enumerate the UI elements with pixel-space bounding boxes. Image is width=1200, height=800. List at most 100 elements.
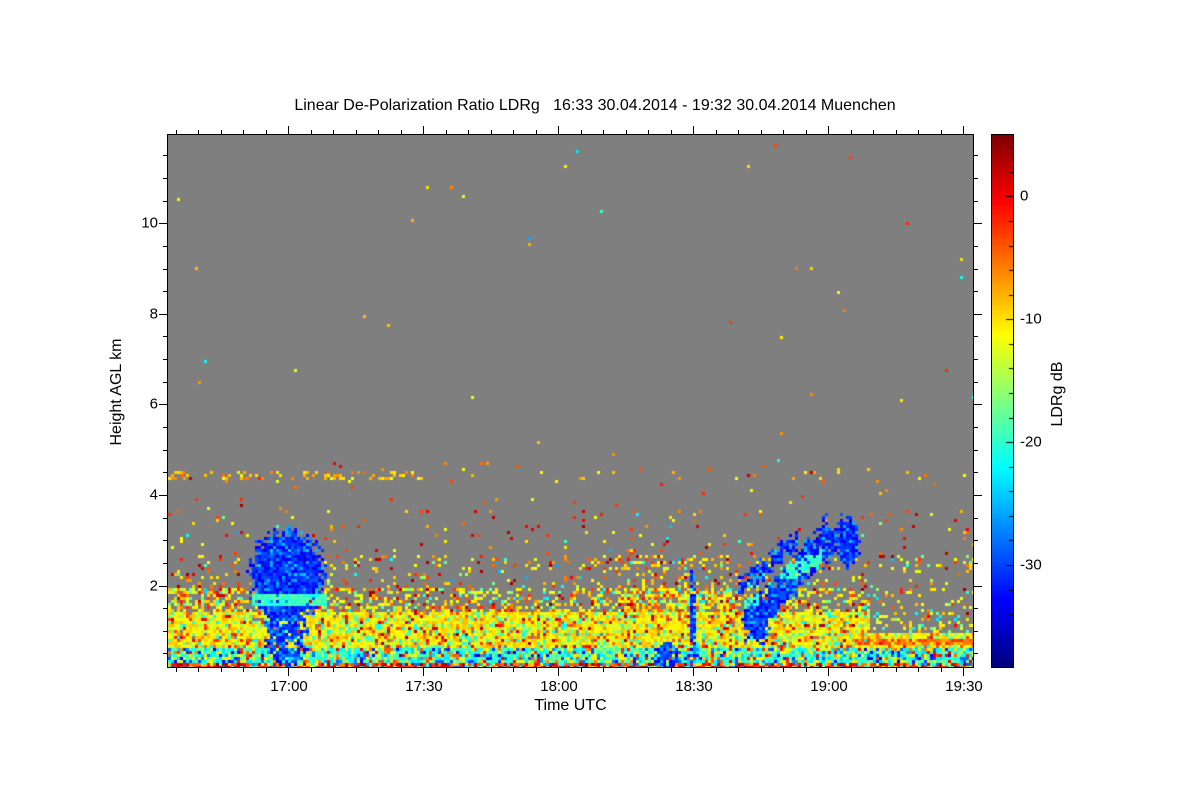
x-minor-tick-top xyxy=(491,130,492,134)
colorbar-tick-label: -30 xyxy=(1020,556,1042,574)
y-minor-tick xyxy=(163,608,167,609)
x-minor-tick-top xyxy=(176,130,177,134)
x-major-tick xyxy=(423,668,424,676)
y-minor-tick-right xyxy=(974,472,978,473)
y-minor-tick-right xyxy=(974,155,978,156)
x-minor-tick xyxy=(806,668,807,672)
x-major-tick xyxy=(693,668,694,676)
x-minor-tick xyxy=(738,668,739,672)
x-minor-tick-top xyxy=(603,130,604,134)
y-minor-tick-right xyxy=(974,291,978,292)
x-major-tick xyxy=(288,668,289,676)
y-minor-tick xyxy=(163,563,167,564)
x-minor-tick xyxy=(896,668,897,672)
y-minor-tick xyxy=(163,631,167,632)
x-minor-tick xyxy=(266,668,267,672)
x-tick-label: 18:00 xyxy=(540,678,578,695)
y-minor-tick xyxy=(163,540,167,541)
colorbar-tick-label: 0 xyxy=(1020,187,1029,205)
y-minor-tick-right xyxy=(974,518,978,519)
y-minor-tick-right xyxy=(974,246,978,247)
x-major-tick-top xyxy=(963,126,964,134)
y-major-tick xyxy=(159,404,167,405)
y-major-tick xyxy=(159,223,167,224)
y-minor-tick xyxy=(163,178,167,179)
ldr-time-height-figure: Linear De-Polarization Ratio LDRg 16:33 … xyxy=(0,0,1200,800)
x-tick-label: 19:00 xyxy=(810,678,848,695)
x-minor-tick-top xyxy=(851,130,852,134)
x-minor-tick-top xyxy=(221,130,222,134)
x-minor-tick-top xyxy=(716,130,717,134)
y-major-tick-right xyxy=(974,586,982,587)
y-minor-tick xyxy=(163,269,167,270)
y-minor-tick-right xyxy=(974,631,978,632)
y-minor-tick xyxy=(163,427,167,428)
x-minor-tick-top xyxy=(513,130,514,134)
x-major-tick-top xyxy=(423,126,424,134)
y-minor-tick-right xyxy=(974,427,978,428)
x-minor-tick-top xyxy=(896,130,897,134)
x-minor-tick-top xyxy=(356,130,357,134)
y-major-tick xyxy=(159,586,167,587)
x-minor-tick xyxy=(648,668,649,672)
x-minor-tick-top xyxy=(266,130,267,134)
x-minor-tick xyxy=(333,668,334,672)
y-axis-label: Height AGL km xyxy=(108,338,125,446)
y-minor-tick-right xyxy=(974,653,978,654)
y-minor-tick xyxy=(163,518,167,519)
x-minor-tick xyxy=(581,668,582,672)
y-tick-label: 4 xyxy=(149,486,158,504)
y-major-tick-right xyxy=(974,495,982,496)
y-minor-tick-right xyxy=(974,608,978,609)
x-minor-tick-top xyxy=(468,130,469,134)
y-minor-tick-right xyxy=(974,359,978,360)
x-major-tick-top xyxy=(558,126,559,134)
x-minor-tick xyxy=(198,668,199,672)
y-minor-tick xyxy=(163,155,167,156)
x-minor-tick xyxy=(356,668,357,672)
x-minor-tick xyxy=(716,668,717,672)
y-minor-tick xyxy=(163,291,167,292)
y-major-tick xyxy=(159,495,167,496)
x-minor-tick-top xyxy=(873,130,874,134)
x-minor-tick xyxy=(918,668,919,672)
x-minor-tick xyxy=(446,668,447,672)
x-major-tick-top xyxy=(828,126,829,134)
x-minor-tick xyxy=(626,668,627,672)
y-minor-tick-right xyxy=(974,201,978,202)
x-minor-tick-top xyxy=(783,130,784,134)
y-minor-tick-right xyxy=(974,269,978,270)
y-minor-tick xyxy=(163,450,167,451)
x-tick-label: 19:30 xyxy=(945,678,983,695)
x-minor-tick-top xyxy=(581,130,582,134)
x-minor-tick-top xyxy=(806,130,807,134)
x-minor-tick xyxy=(243,668,244,672)
x-minor-tick xyxy=(941,668,942,672)
x-minor-tick xyxy=(491,668,492,672)
y-tick-label: 2 xyxy=(149,577,158,595)
x-minor-tick xyxy=(401,668,402,672)
x-minor-tick xyxy=(176,668,177,672)
x-axis-label: Time UTC xyxy=(534,697,607,714)
x-minor-tick-top xyxy=(536,130,537,134)
colorbar-canvas xyxy=(992,135,1013,667)
x-minor-tick xyxy=(221,668,222,672)
y-major-tick-right xyxy=(974,404,982,405)
x-minor-tick xyxy=(311,668,312,672)
colorbar-tick-label: -20 xyxy=(1020,433,1042,451)
x-minor-tick xyxy=(671,668,672,672)
x-minor-tick-top xyxy=(333,130,334,134)
x-major-tick xyxy=(558,668,559,676)
x-minor-tick xyxy=(873,668,874,672)
x-minor-tick xyxy=(468,668,469,672)
x-minor-tick xyxy=(761,668,762,672)
heatmap-canvas xyxy=(168,135,973,667)
x-minor-tick-top xyxy=(941,130,942,134)
colorbar-label: LDRg dB xyxy=(1049,361,1066,427)
x-tick-label: 17:00 xyxy=(270,678,308,695)
x-minor-tick xyxy=(851,668,852,672)
y-minor-tick-right xyxy=(974,336,978,337)
x-tick-label: 18:30 xyxy=(675,678,713,695)
x-minor-tick-top xyxy=(243,130,244,134)
y-tick-label: 10 xyxy=(141,214,158,232)
